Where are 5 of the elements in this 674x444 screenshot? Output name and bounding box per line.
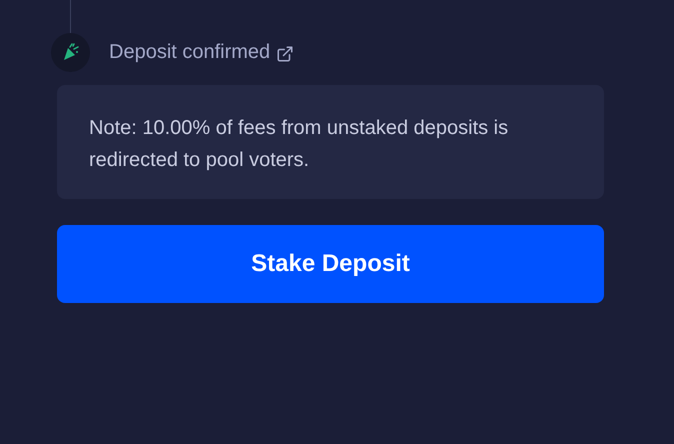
note-text: Note: 10.00% of fees from unstaked deposits is redirected to pool voters. [89,116,510,173]
step-label: Deposit confirmed [109,40,270,65]
stake-deposit-button[interactable]: Stake Deposit [57,225,604,303]
external-link-icon[interactable] [276,44,294,62]
party-popper-icon [51,32,90,72]
